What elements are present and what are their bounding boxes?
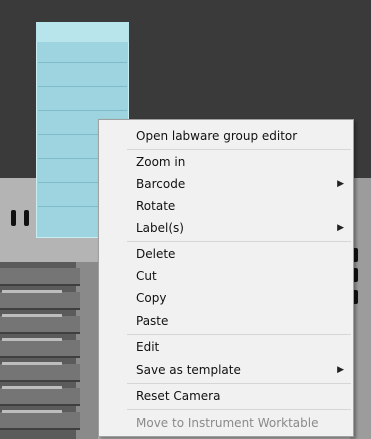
menu-item-label: Cut (136, 269, 157, 283)
labware-band (38, 86, 127, 87)
labware-band (38, 62, 127, 63)
submenu-arrow-icon: ▶ (337, 223, 344, 233)
menu-item-label: Edit (136, 340, 160, 354)
menu-item-edit[interactable]: Edit (99, 336, 353, 358)
deck-pin (11, 210, 16, 226)
menu-item-move-to-instrument-worktable: Move to Instrument Worktable (99, 412, 353, 434)
menu-item-open-labware-group-editor[interactable]: Open labware group editor (99, 125, 353, 147)
rack-bar (2, 314, 62, 317)
rack-slot (0, 268, 80, 286)
menu-item-labels[interactable]: Label(s) ▶ (99, 217, 353, 239)
menu-item-label: Paste (136, 314, 169, 328)
submenu-arrow-icon: ▶ (337, 365, 344, 375)
menu-item-barcode[interactable]: Barcode ▶ (99, 173, 353, 195)
menu-item-copy[interactable]: Copy (99, 287, 353, 309)
labware-tube-top (36, 22, 129, 42)
rack-slot (0, 292, 80, 310)
menu-item-zoom-in[interactable]: Zoom in (99, 151, 353, 173)
menu-item-label: Zoom in (136, 155, 186, 169)
rack-slot (0, 388, 80, 406)
deck-pin (24, 210, 29, 226)
menu-separator (127, 334, 351, 335)
menu-item-delete[interactable]: Delete (99, 243, 353, 265)
submenu-arrow-icon: ▶ (337, 179, 344, 189)
labware-band (38, 110, 127, 111)
rack-bar (2, 290, 62, 293)
menu-item-paste[interactable]: Paste (99, 310, 353, 332)
menu-item-save-as-template[interactable]: Save as template ▶ (99, 359, 353, 381)
menu-item-reset-camera[interactable]: Reset Camera (99, 385, 353, 407)
menu-item-label: Move to Instrument Worktable (136, 416, 319, 430)
menu-item-label: Label(s) (136, 221, 184, 235)
context-menu: Open labware group editor Zoom in Barcod… (98, 119, 354, 437)
menu-item-label: Barcode (136, 177, 186, 191)
rack-slot (0, 364, 80, 382)
menu-separator (127, 383, 351, 384)
menu-item-label: Save as template (136, 363, 241, 377)
rack-bar (2, 410, 62, 413)
rack-slot (0, 412, 80, 430)
rack-slot (0, 316, 80, 334)
menu-item-label: Copy (136, 291, 167, 305)
menu-item-cut[interactable]: Cut (99, 265, 353, 287)
menu-item-label: Delete (136, 247, 176, 261)
menu-separator (127, 241, 351, 242)
rack-slot (0, 340, 80, 358)
rack-bar (2, 338, 62, 341)
rack-bar (2, 362, 62, 365)
menu-separator (127, 409, 351, 410)
menu-separator (127, 149, 351, 150)
menu-item-label: Open labware group editor (136, 129, 298, 143)
menu-item-label: Reset Camera (136, 389, 221, 403)
rack-bar (2, 386, 62, 389)
menu-item-label: Rotate (136, 199, 176, 213)
menu-item-rotate[interactable]: Rotate (99, 195, 353, 217)
